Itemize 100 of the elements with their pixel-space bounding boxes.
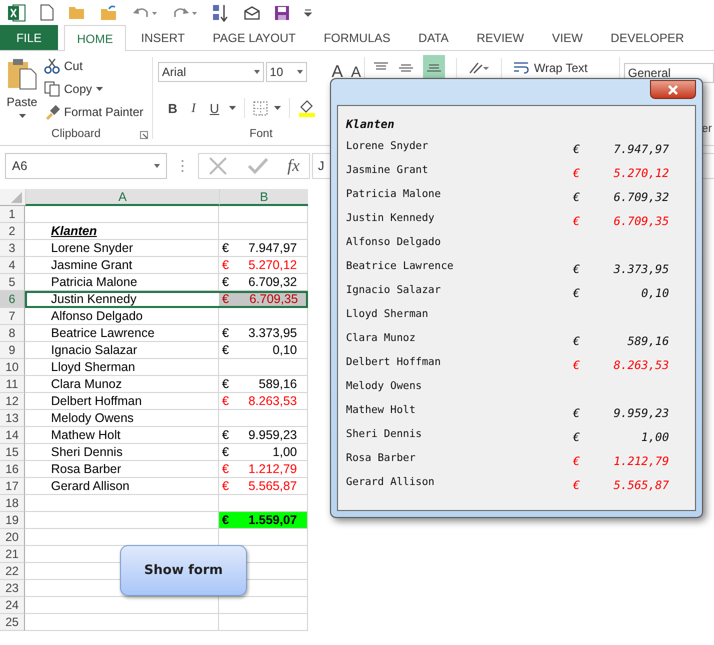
currency-sign: €: [573, 286, 581, 300]
cell-value: 3.373,95: [248, 325, 297, 341]
row-header[interactable]: 22: [0, 563, 25, 580]
amount: 5.565,87: [612, 478, 669, 492]
cell-text: Beatrice Lawrence: [51, 326, 155, 340]
row-header[interactable]: 16: [0, 461, 25, 478]
cell-value: 5.565,87: [248, 478, 297, 494]
currency-sign: €: [573, 190, 581, 204]
ribbon-tab[interactable]: DEVELOPER: [598, 25, 698, 50]
underline-button[interactable]: U: [206, 100, 224, 116]
cell-value: 7.947,97: [248, 240, 297, 256]
amount: 5.270,12: [612, 166, 669, 180]
ribbon-tab[interactable]: VIEW: [538, 25, 596, 50]
show-form-button[interactable]: Show form: [120, 545, 247, 596]
amount: 9.959,23: [612, 406, 669, 420]
currency-sign: €: [222, 240, 229, 256]
font-family-field[interactable]: Arial: [158, 62, 264, 82]
cell-value: 9.959,23: [248, 427, 297, 443]
cell-text: Lloyd Sherman: [51, 360, 136, 374]
cell-text: Patricia Malone: [51, 275, 138, 289]
ribbon-tab[interactable]: REVIEW: [464, 25, 537, 50]
ribbon-tab[interactable]: INSERT: [128, 25, 198, 50]
amount: 1,00: [640, 430, 669, 444]
row-header[interactable]: 3: [0, 240, 25, 257]
amount: 6.709,32: [612, 190, 669, 204]
ribbon-tab[interactable]: FILE: [0, 25, 58, 50]
name-box[interactable]: A6: [5, 153, 167, 179]
wrap-text-button[interactable]: Wrap Text: [534, 61, 588, 75]
currency-sign: €: [573, 142, 581, 156]
currency-sign: €: [573, 262, 581, 276]
form-heading: Klanten: [346, 117, 396, 133]
row-header[interactable]: 8: [0, 325, 25, 342]
grow-font-button[interactable]: A: [328, 62, 346, 82]
currency-sign: €: [222, 478, 229, 494]
group-label: Clipboard: [51, 128, 101, 140]
customer-name: Beatrice Lawrence: [346, 260, 454, 272]
currency-sign: €: [222, 512, 229, 528]
bold-button[interactable]: B: [164, 100, 182, 116]
currency-sign: €: [222, 293, 229, 306]
font-size-field[interactable]: 10: [266, 62, 307, 82]
copy-button[interactable]: Copy: [64, 82, 92, 96]
ribbon-tab[interactable]: FORMULAS: [310, 25, 404, 50]
row-header[interactable]: 10: [0, 359, 25, 376]
cell-text: Alfonso Delgado: [51, 309, 143, 323]
currency-sign: €: [573, 406, 581, 420]
currency-sign: €: [573, 166, 581, 180]
currency-sign: €: [222, 257, 229, 273]
cell-value: 1.212,79: [248, 461, 297, 477]
currency-sign: €: [222, 461, 229, 477]
cell-text: Delbert Hoffman: [51, 394, 142, 408]
row-header[interactable]: 4: [0, 257, 25, 274]
currency-sign: €: [222, 274, 229, 290]
customer-name: Delbert Hoffman: [346, 356, 442, 368]
italic-button[interactable]: I: [187, 100, 200, 116]
cell-text: Melody Owens: [51, 411, 134, 425]
row-header[interactable]: 15: [0, 444, 25, 461]
row-header[interactable]: 19: [0, 512, 25, 529]
cell-value: 1.559,07: [248, 512, 297, 528]
row-header[interactable]: 12: [0, 393, 25, 410]
customer-name: Lloyd Sherman: [346, 308, 430, 320]
row-header[interactable]: 23: [0, 580, 25, 597]
customer-name: Alfonso Delgado: [346, 236, 442, 248]
amount: 8.263,53: [612, 358, 669, 372]
customer-name: Ignacio Salazar: [346, 284, 442, 296]
currency-sign: €: [573, 478, 581, 492]
row-header[interactable]: 5: [0, 274, 25, 291]
row-header[interactable]: 1: [0, 206, 25, 223]
row-header[interactable]: 21: [0, 546, 25, 563]
row-header[interactable]: 7: [0, 308, 25, 325]
customer-name: Rosa Barber: [346, 452, 417, 464]
currency-sign: €: [222, 427, 229, 443]
currency-sign: €: [222, 393, 229, 409]
column-header[interactable]: A: [25, 189, 219, 206]
paste-button[interactable]: Paste: [4, 58, 40, 109]
row-header[interactable]: 20: [0, 529, 25, 546]
currency-sign: €: [222, 325, 229, 341]
column-header[interactable]: B: [219, 189, 308, 206]
format-painter-button[interactable]: Format Painter: [64, 104, 144, 118]
row-header[interactable]: 18: [0, 495, 25, 512]
shrink-font-button[interactable]: A: [348, 64, 364, 80]
ribbon-tab[interactable]: DATA: [405, 25, 462, 50]
row-header[interactable]: 24: [0, 597, 25, 614]
customer-name: Lorene Snyder: [346, 140, 430, 152]
ribbon-tab[interactable]: HOME: [64, 25, 126, 51]
row-header[interactable]: 9: [0, 342, 25, 359]
insert-function-button[interactable]: fx: [287, 156, 300, 176]
row-header[interactable]: 2: [0, 223, 25, 240]
customer-name: Mathew Holt: [346, 404, 417, 416]
row-header[interactable]: 11: [0, 376, 25, 393]
currency-sign: €: [222, 444, 229, 460]
row-header[interactable]: 13: [0, 410, 25, 427]
amount: 7.947,97: [612, 142, 669, 156]
row-header[interactable]: 6: [0, 291, 25, 308]
ribbon-tab[interactable]: PAGE LAYOUT: [200, 25, 309, 50]
row-header[interactable]: 25: [0, 614, 25, 631]
cut-button[interactable]: Cut: [64, 58, 83, 72]
customer-name: Justin Kennedy: [346, 212, 436, 224]
row-header[interactable]: 17: [0, 478, 25, 495]
customer-name: Clara Munoz: [346, 332, 417, 344]
row-header[interactable]: 14: [0, 427, 25, 444]
